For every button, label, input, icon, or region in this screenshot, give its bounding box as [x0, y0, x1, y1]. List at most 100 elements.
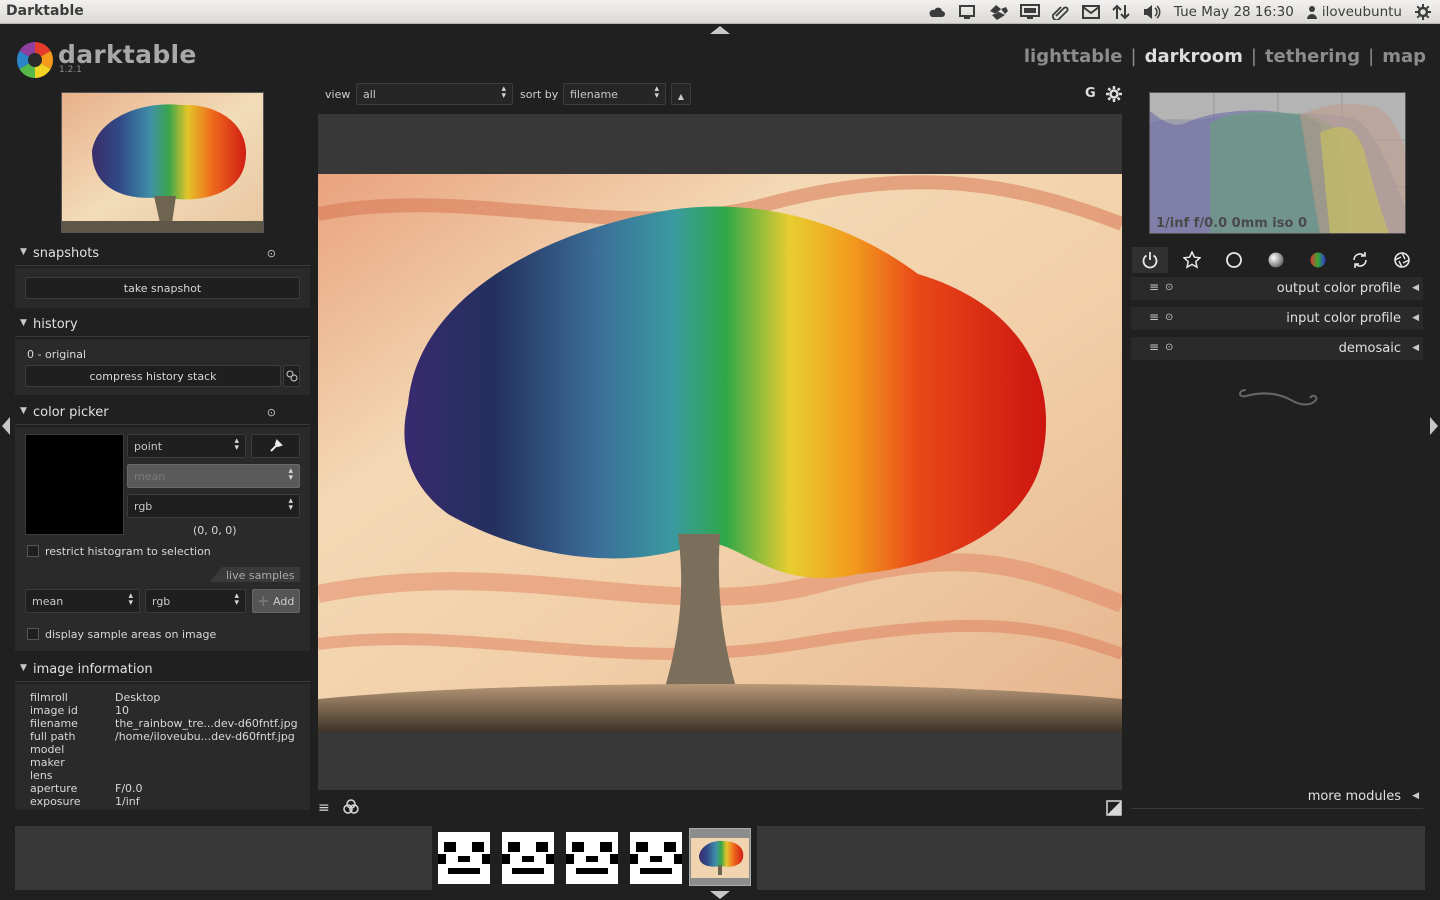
collapse-top-arrow[interactable] — [710, 26, 730, 34]
filmstrip-thumbnail-placeholder[interactable] — [630, 832, 682, 884]
picker-mode-select[interactable]: point ▴ ▾ — [127, 434, 246, 458]
filmstrip-thumbnail-placeholder[interactable] — [502, 832, 554, 884]
module-title: input color profile — [1286, 311, 1401, 326]
color-picker-module-header[interactable]: ▼ color picker ⊙ — [15, 401, 310, 425]
power-icon[interactable] — [1132, 247, 1168, 273]
picker-statistic-value: mean — [134, 470, 166, 483]
main-image[interactable] — [318, 174, 1122, 732]
overexposure-toggle-icon[interactable] — [1106, 800, 1122, 820]
info-key: model — [30, 743, 65, 756]
snapshots-body: take snapshot — [15, 268, 310, 308]
updown-icon: ▴ ▾ — [234, 591, 239, 608]
view-darkroom[interactable]: darkroom — [1145, 46, 1243, 67]
eyedropper-button[interactable] — [251, 434, 300, 458]
sample-statistic-select[interactable]: mean ▴ ▾ — [25, 589, 140, 613]
more-modules-button[interactable]: more modules ◀ — [1131, 785, 1423, 809]
navigation-thumbnail[interactable] — [61, 92, 264, 233]
info-value: /home/iloveubu...dev-d60fntf.jpg — [115, 730, 295, 743]
menu-hamburger-icon[interactable]: ≡ — [318, 800, 330, 816]
network-icon[interactable] — [1019, 4, 1040, 20]
picker-colorspace-select[interactable]: rgb ▴ ▾ — [127, 494, 300, 518]
histogram[interactable]: 1/inf f/0.0 0mm iso 0 — [1149, 92, 1406, 234]
aperture-icon[interactable] — [1384, 247, 1420, 273]
snapshots-title: snapshots — [33, 246, 100, 261]
picker-statistic-select[interactable]: mean ▴ ▾ — [127, 464, 300, 488]
sort-direction-button[interactable]: ▲ — [671, 83, 691, 105]
dropbox-icon[interactable] — [988, 3, 1008, 21]
collapse-left-arrow[interactable] — [2, 417, 10, 435]
view-switcher: lighttable | darkroom | tethering | map — [1024, 46, 1426, 67]
filmstrip-thumbnail-placeholder[interactable] — [566, 832, 618, 884]
sort-by-select[interactable]: filename ▴ ▾ — [563, 83, 666, 105]
sample-colorspace-select[interactable]: rgb ▴ ▾ — [145, 589, 246, 613]
take-snapshot-button[interactable]: take snapshot — [25, 277, 300, 299]
add-sample-label: Add — [273, 595, 295, 608]
sphere-icon[interactable] — [1258, 247, 1294, 273]
rotate-icon[interactable] — [1342, 247, 1378, 273]
history-module-header[interactable]: ▼ history — [15, 313, 310, 337]
demosaic-module[interactable]: ≡ ⊙ demosaic ◀ — [1131, 337, 1423, 361]
module-title: output color profile — [1276, 281, 1401, 296]
updown-icon: ▴ ▾ — [128, 591, 133, 608]
attachment-icon[interactable] — [1051, 4, 1070, 20]
reset-icon[interactable]: ⊙ — [267, 247, 276, 260]
user-menu[interactable]: iloveubuntu — [1306, 4, 1402, 20]
module-group-bar — [1131, 245, 1423, 273]
collapse-right-arrow[interactable] — [1430, 417, 1438, 435]
filmstrip-thumbnail-active[interactable] — [689, 828, 751, 886]
volume-icon[interactable] — [1142, 4, 1162, 20]
more-modules-label: more modules — [1307, 789, 1401, 804]
info-key: filename — [30, 717, 78, 730]
add-sample-button[interactable]: + Add — [252, 589, 300, 613]
history-item[interactable]: 0 - original — [27, 348, 86, 361]
presets-menu-icon[interactable]: ≡ — [1149, 280, 1159, 294]
star-icon[interactable] — [1174, 247, 1210, 273]
updown-icon: ▴ ▾ — [288, 466, 293, 483]
module-enable-icon[interactable]: ⊙ — [1165, 282, 1173, 293]
module-enable-icon[interactable]: ⊙ — [1165, 312, 1173, 323]
grouping-toggle[interactable]: G — [1085, 86, 1096, 101]
output-color-profile-module[interactable]: ≡ ⊙ output color profile ◀ — [1131, 277, 1423, 301]
display-icon[interactable] — [958, 4, 976, 20]
restrict-histogram-checkbox[interactable] — [27, 545, 39, 557]
display-sample-areas-checkbox[interactable] — [27, 628, 39, 640]
expand-arrow-icon: ◀ — [1412, 343, 1419, 353]
app-name: Darktable — [6, 3, 84, 19]
cloud-icon[interactable] — [928, 5, 946, 19]
clock[interactable]: Tue May 28 16:30 — [1174, 4, 1294, 20]
image-information-module-header[interactable]: ▼ image information — [15, 658, 310, 682]
mail-icon[interactable] — [1081, 5, 1100, 19]
filmstrip-thumbnail-placeholder[interactable] — [438, 832, 490, 884]
style-icon — [286, 370, 297, 382]
preferences-gear-icon[interactable] — [1105, 85, 1123, 107]
snapshots-module-header[interactable]: ▼ snapshots ⊙ — [15, 242, 310, 266]
expand-triangle-icon: ▼ — [20, 663, 27, 673]
picker-mode-value: point — [134, 440, 163, 453]
circle-icon[interactable] — [1216, 247, 1252, 273]
view-separator: | — [1368, 46, 1375, 67]
transfer-icon[interactable] — [1112, 4, 1130, 20]
presets-menu-icon[interactable]: ≡ — [1149, 340, 1159, 354]
input-color-profile-module[interactable]: ≡ ⊙ input color profile ◀ — [1131, 307, 1423, 331]
expand-arrow-icon: ◀ — [1412, 313, 1419, 323]
color-icon[interactable] — [1300, 247, 1336, 273]
display-sample-areas-label: display sample areas on image — [45, 628, 217, 641]
compress-history-button[interactable]: compress history stack — [25, 365, 281, 387]
info-value: 1/inf — [115, 795, 140, 808]
settings-gear-icon[interactable] — [1414, 3, 1432, 21]
reset-icon[interactable]: ⊙ — [267, 406, 276, 419]
sample-statistic-value: mean — [32, 595, 64, 608]
presets-icon[interactable] — [343, 799, 359, 819]
presets-menu-icon[interactable]: ≡ — [1149, 310, 1159, 324]
histogram-exif-info: 1/inf f/0.0 0mm iso 0 — [1156, 216, 1308, 231]
view-map[interactable]: map — [1382, 46, 1426, 67]
info-value: Desktop — [115, 691, 161, 704]
color-swatch — [25, 434, 124, 535]
view-tethering[interactable]: tethering — [1265, 46, 1360, 67]
view-lighttable[interactable]: lighttable — [1024, 46, 1123, 67]
history-style-button[interactable] — [283, 365, 300, 387]
end-ornament-icon — [1236, 384, 1320, 414]
view-filter-select[interactable]: all ▴ ▾ — [356, 83, 513, 105]
module-enable-icon[interactable]: ⊙ — [1165, 342, 1173, 353]
collapse-bottom-arrow[interactable] — [710, 891, 730, 899]
